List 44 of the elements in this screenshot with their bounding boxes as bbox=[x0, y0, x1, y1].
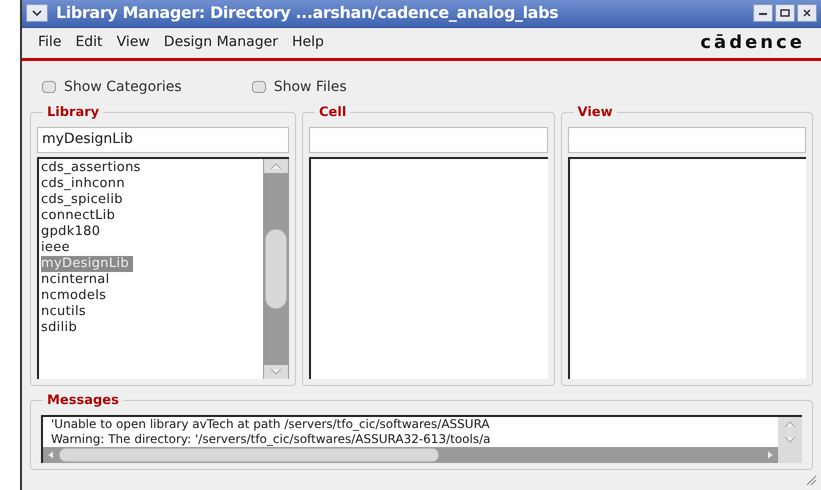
checkbox-label: Show Categories bbox=[64, 78, 182, 97]
window-title: Library Manager: Directory ...arshan/cadence_analog_labs bbox=[56, 2, 558, 24]
filter-field[interactable]: myDesignLib bbox=[37, 126, 289, 153]
checkbox[interactable] bbox=[252, 81, 266, 94]
cadence-logo: cādence bbox=[700, 31, 805, 56]
close-button[interactable] bbox=[797, 4, 817, 22]
close-icon bbox=[802, 9, 812, 18]
scroll-up-icon[interactable] bbox=[264, 158, 288, 173]
group-title: Library bbox=[43, 104, 104, 121]
list-item[interactable]: ieee bbox=[41, 240, 74, 256]
group-title: Messages bbox=[43, 393, 123, 409]
scroll-thumb[interactable] bbox=[59, 448, 439, 462]
horizontal-scrollbar[interactable] bbox=[43, 447, 778, 463]
checkbox[interactable] bbox=[42, 81, 56, 94]
list-item[interactable]: gpdk180 bbox=[41, 224, 104, 240]
list-item[interactable]: ncinternal bbox=[41, 272, 114, 288]
minimize-button[interactable] bbox=[753, 4, 773, 22]
list-box[interactable] bbox=[568, 156, 806, 379]
list-item[interactable]: sdilib bbox=[41, 320, 82, 336]
message-line: Warning: The directory: '/servers/tfo_cic/softwares/ASSURA32-613/tools/a bbox=[50, 432, 492, 447]
maximize-icon bbox=[780, 9, 790, 18]
menu-item[interactable]: Design Manager bbox=[164, 32, 278, 54]
resize-grip-icon[interactable] bbox=[805, 474, 817, 486]
vertical-scrollbar[interactable] bbox=[263, 158, 289, 379]
filter-field[interactable] bbox=[309, 126, 548, 153]
list-item[interactable]: cds_assertions bbox=[41, 160, 145, 176]
list-box[interactable]: cds_assertions cds_inhconn cds_spicelib connectLib gpdk180 ieee myDesignLib ncinternal ncmodels ncutils sdilib bbox=[37, 156, 289, 379]
list-item[interactable]: cds_spicelib bbox=[41, 192, 127, 208]
maximize-button[interactable] bbox=[775, 4, 795, 22]
menu-item[interactable]: Help bbox=[292, 32, 324, 54]
menu-item[interactable]: Edit bbox=[75, 32, 103, 54]
message-line: 'Unable to open library avTech at path /servers/tfo_cic/softwares/ASSURA bbox=[50, 417, 491, 432]
checkbox-label: Show Files bbox=[274, 78, 347, 97]
list-item[interactable]: ncutils bbox=[41, 304, 90, 320]
list-item[interactable]: cds_inhconn bbox=[41, 176, 129, 192]
window-menu-button[interactable] bbox=[26, 4, 48, 22]
scroll-down-icon[interactable] bbox=[264, 365, 288, 379]
list-item[interactable]: connectLib bbox=[41, 208, 120, 224]
menu-item[interactable]: View bbox=[116, 32, 150, 54]
filter-field[interactable] bbox=[568, 126, 806, 153]
list-item[interactable]: ncmodels bbox=[41, 288, 110, 304]
scroll-thumb[interactable] bbox=[265, 228, 287, 309]
chevron-icon bbox=[32, 10, 42, 16]
menu-item[interactable]: File bbox=[38, 32, 62, 54]
